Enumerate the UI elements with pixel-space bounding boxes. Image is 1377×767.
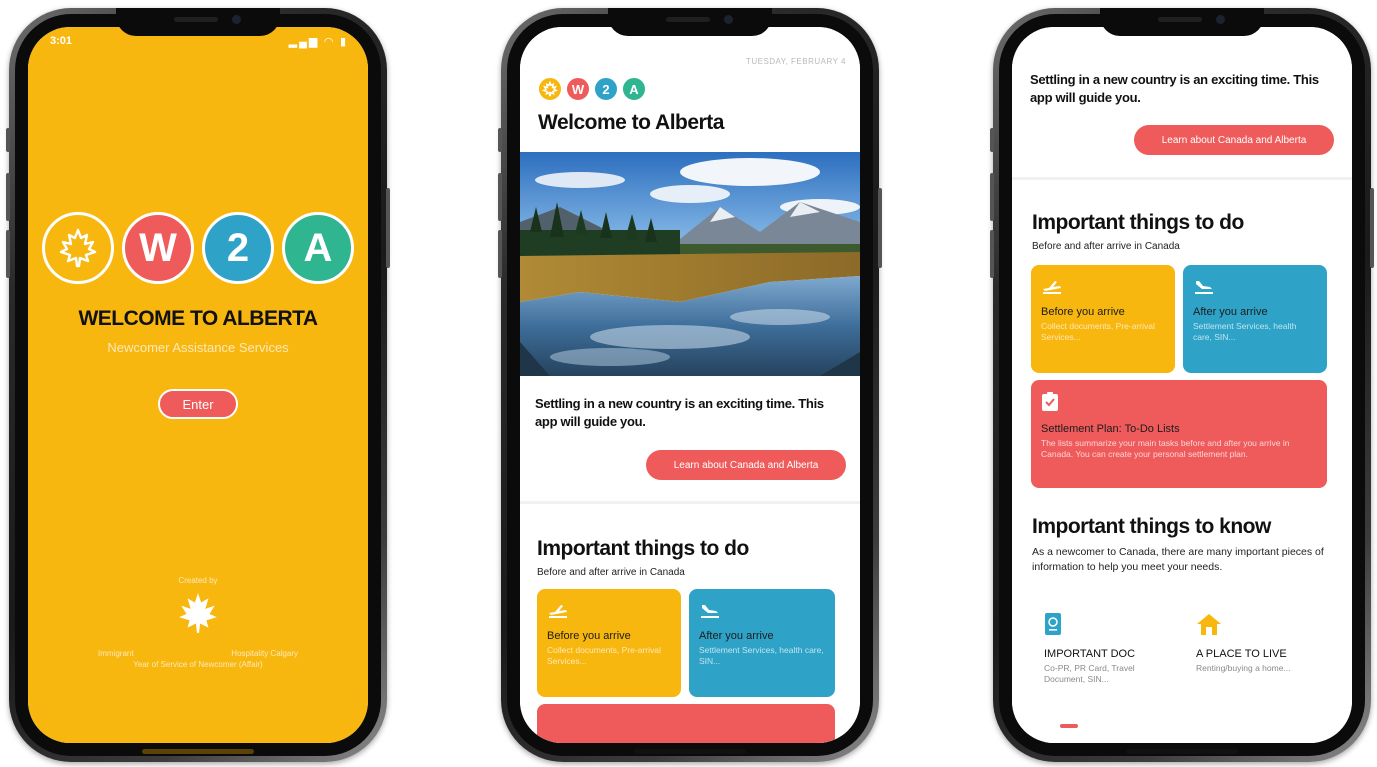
tile-desc: Collect documents, Pre-arrival Services.… (1041, 321, 1155, 343)
item-desc: Renting/buying a home... (1196, 663, 1291, 673)
credit-right: Hospitality Calgary (231, 649, 298, 659)
home-indicator[interactable] (634, 749, 746, 754)
tile-title: Before you arrive (1041, 306, 1125, 318)
sponsor-leaf-icon (28, 590, 368, 644)
settlement-plan-tile[interactable]: Settlement Plan: To-Do Lists The lists s… (1031, 380, 1327, 488)
phone-frame-scrolled: Settling in a new country is an exciting… (990, 8, 1374, 762)
logo-letter-w: W (566, 77, 590, 101)
item-title: A PLACE TO LIVE (1196, 648, 1287, 660)
home-indicator[interactable] (1126, 749, 1238, 754)
tile-title: Settlement Plan: To-Do Lists (1041, 423, 1180, 435)
signal-icon: ▂▄▆ (288, 36, 320, 48)
after-arrive-tile[interactable]: After you arrive Settlement Services, he… (1183, 265, 1327, 373)
home-screen: TUESDAY, FEBRUARY 4 W 2 A Welcome to Alb… (520, 27, 860, 743)
home-indicator[interactable] (142, 749, 254, 754)
credits: Created by Immigrant Hospitality Calgary… (28, 575, 368, 671)
section-title-todo: Important things to do (537, 537, 749, 560)
wifi-icon: ◠ (324, 36, 335, 48)
before-arrive-tile[interactable]: Before you arrive Collect documents, Pre… (537, 589, 681, 697)
before-arrive-tile[interactable]: Before you arrive Collect documents, Pre… (1031, 265, 1175, 373)
page-title: Welcome to Alberta (538, 111, 724, 134)
intro-text: Settling in a new country is an exciting… (1030, 72, 1319, 106)
logo-letter-a: A (282, 212, 354, 284)
w2a-mini-logo: W 2 A (538, 77, 646, 101)
date-label: TUESDAY, FEBRUARY 4 (745, 57, 846, 66)
learn-about-button[interactable]: Learn about Canada and Alberta (646, 450, 846, 480)
phone-frame-splash: 3:01 ▂▄▆ ◠ ▮ W 2 A WELCOME TO ALBERTA Ne (6, 8, 390, 762)
tile-desc: Settlement Services, health care, SIN... (1193, 321, 1297, 343)
splash-subtitle: Newcomer Assistance Services (107, 340, 289, 355)
plane-landing-icon (699, 601, 825, 622)
house-icon (1196, 612, 1326, 640)
tile-desc: Collect documents, Pre-arrival Services.… (547, 645, 661, 667)
know-intro-text: As a newcomer to Canada, there are many … (1032, 546, 1324, 574)
scrolled-screen: Settling in a new country is an exciting… (1012, 27, 1352, 743)
after-arrive-tile[interactable]: After you arrive Settlement Services, he… (689, 589, 835, 697)
maple-leaf-icon (42, 212, 114, 284)
page-indicator (1060, 724, 1078, 728)
section-title-todo: Important things to do (1032, 211, 1244, 234)
item-title: IMPORTANT DOC (1044, 648, 1136, 660)
logo-letter-a: A (622, 77, 646, 101)
tile-title: After you arrive (699, 630, 774, 642)
mountain-lake-photo (520, 152, 860, 376)
settlement-plan-tile-peek[interactable] (537, 704, 835, 743)
plane-takeoff-icon (547, 601, 671, 622)
item-desc: Co-PR, PR Card, Travel Document, SIN... (1044, 663, 1135, 685)
logo-letter-w: W (122, 212, 194, 284)
place-to-live-item[interactable]: A PLACE TO LIVE Renting/buying a home... (1196, 612, 1326, 674)
phone-frame-home: TUESDAY, FEBRUARY 4 W 2 A Welcome to Alb… (498, 8, 882, 762)
tile-desc: Settlement Services, health care, SIN... (699, 645, 824, 667)
plane-landing-icon (1193, 277, 1317, 298)
tile-title: After you arrive (1193, 306, 1268, 318)
splash-title: WELCOME TO ALBERTA (78, 307, 318, 330)
credit-left: Immigrant (98, 649, 134, 659)
section-subtitle-todo: Before and after arrive in Canada (537, 567, 685, 578)
tile-desc: The lists summarize your main tasks befo… (1041, 438, 1290, 460)
credit-bottom: Year of Service of Newcomer (Affair) (133, 660, 263, 670)
logo-letter-2: 2 (594, 77, 618, 101)
tile-title: Before you arrive (547, 630, 631, 642)
battery-icon: ▮ (339, 36, 348, 48)
splash-screen: 3:01 ▂▄▆ ◠ ▮ W 2 A WELCOME TO ALBERTA Ne (28, 27, 368, 743)
section-title-know: Important things to know (1032, 515, 1271, 538)
maple-leaf-icon (538, 77, 562, 101)
enter-button[interactable]: Enter (158, 389, 238, 419)
intro-text: Settling in a new country is an exciting… (535, 396, 824, 430)
learn-about-button[interactable]: Learn about Canada and Alberta (1134, 125, 1334, 155)
status-time: 3:01 (50, 35, 73, 47)
plane-takeoff-icon (1041, 277, 1165, 298)
passport-icon (1044, 612, 1174, 640)
created-by-label: Created by (178, 576, 218, 585)
section-subtitle-todo: Before and after arrive in Canada (1032, 241, 1180, 252)
w2a-logo: W 2 A (28, 212, 368, 284)
checklist-icon (1041, 392, 1317, 415)
important-doc-item[interactable]: IMPORTANT DOC Co-PR, PR Card, Travel Doc… (1044, 612, 1174, 686)
logo-letter-2: 2 (202, 212, 274, 284)
status-bar: 3:01 ▂▄▆ ◠ ▮ (28, 35, 368, 49)
